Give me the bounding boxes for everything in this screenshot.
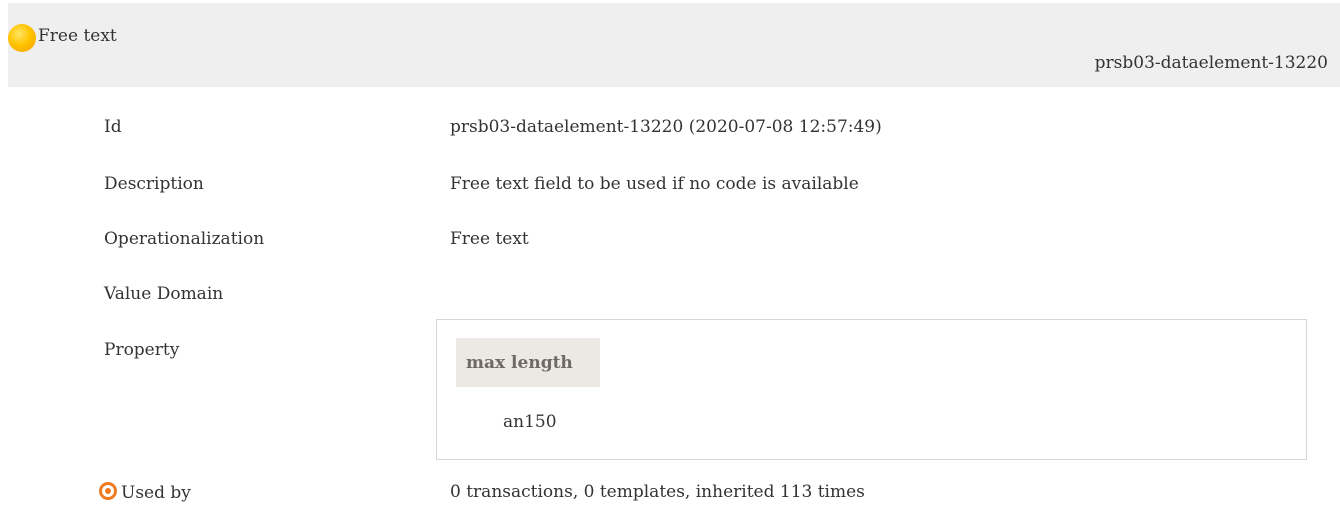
value-domain-label: Value Domain bbox=[104, 284, 224, 304]
used-by-value: 0 transactions, 0 templates, inherited 1… bbox=[450, 482, 865, 502]
operationalization-label: Operationalization bbox=[104, 229, 265, 249]
dataelement-header: Free text prsb03-dataelement-13220 bbox=[8, 3, 1340, 87]
target-icon bbox=[99, 482, 117, 500]
dataelement-title: Free text bbox=[38, 26, 117, 46]
used-by-label: Used by bbox=[121, 483, 191, 503]
description-label: Description bbox=[104, 174, 204, 194]
operationalization-value: Free text bbox=[450, 229, 529, 249]
header-title-group: Free text bbox=[8, 22, 117, 52]
id-label: Id bbox=[104, 117, 122, 137]
property-box: max length an150 bbox=[436, 319, 1307, 460]
property-label: Property bbox=[104, 340, 180, 360]
property-value-max-length: an150 bbox=[503, 412, 557, 432]
dataelement-id: prsb03-dataelement-13220 bbox=[1094, 53, 1328, 73]
status-circle-icon bbox=[8, 24, 36, 52]
property-header-max-length: max length bbox=[456, 338, 600, 387]
id-value: prsb03-dataelement-13220 (2020-07-08 12:… bbox=[450, 117, 882, 137]
description-value: Free text field to be used if no code is… bbox=[450, 174, 859, 194]
used-by-label-group: Used by bbox=[99, 482, 399, 503]
